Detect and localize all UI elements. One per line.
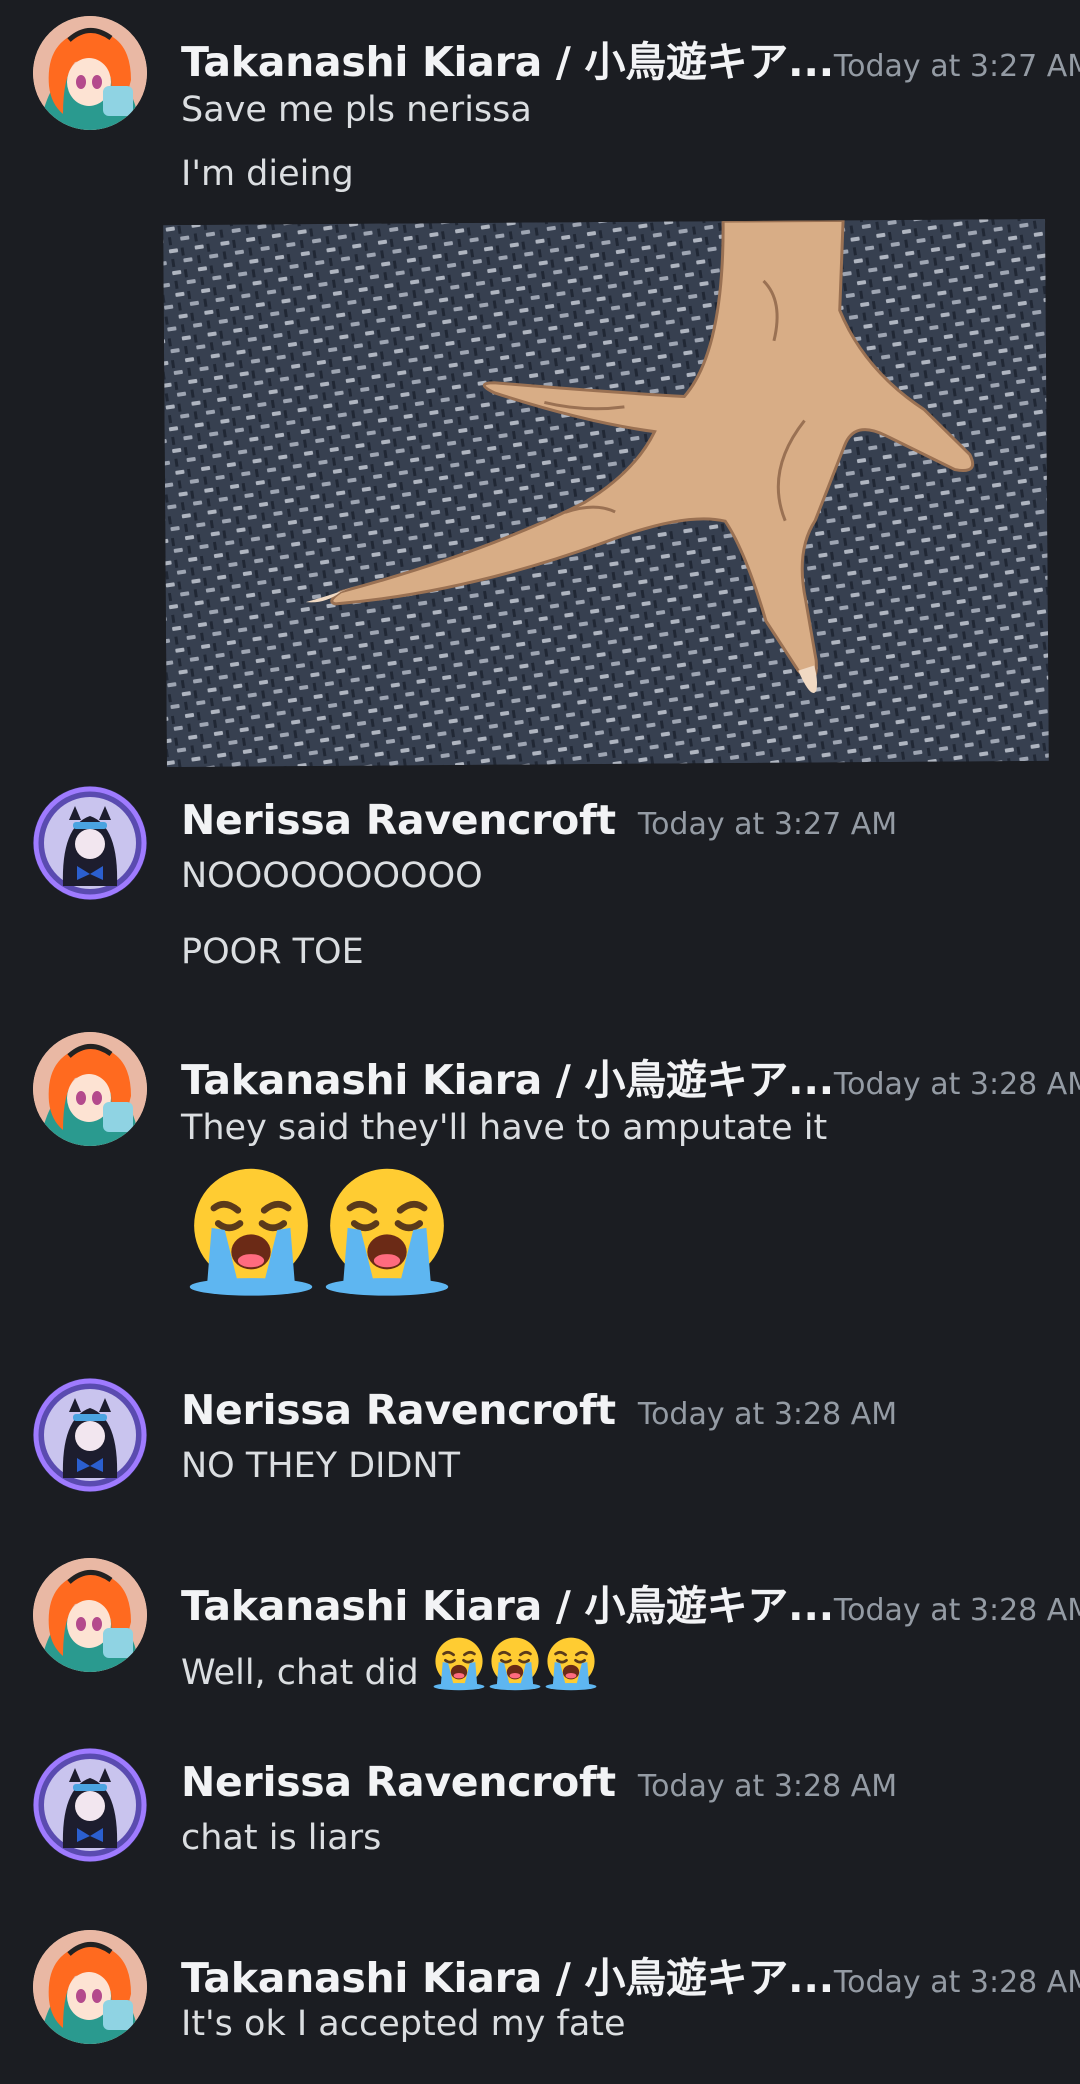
- timestamp: Today at 3:28 AM: [637, 1397, 898, 1432]
- message-header: Takanashi Kiara / 小鳥遊キア... Today at 3:28…: [181, 1944, 1080, 2004]
- message-header: Takanashi Kiara / 小鳥遊キア... Today at 3:27…: [181, 28, 1080, 88]
- timestamp: Today at 3:28 AM: [833, 1067, 1080, 1102]
- message-text: They said they'll have to amputate it: [181, 1108, 828, 1148]
- message-header: Takanashi Kiara / 小鳥遊キア... Today at 3:28…: [181, 1046, 1080, 1106]
- timestamp: Today at 3:27 AM: [637, 807, 898, 842]
- kiara-avatar[interactable]: [33, 16, 147, 130]
- chicken-foot-photo: [163, 218, 1049, 768]
- loudly-crying-face-icon[interactable]: [430, 1634, 488, 1692]
- message-text: chat is liars: [181, 1818, 382, 1858]
- message-text: I'm dieing: [181, 154, 354, 194]
- message-text: NOOOOOOOOOO: [181, 856, 483, 896]
- image-attachment[interactable]: [163, 218, 1049, 768]
- jumbo-emoji-row: [181, 1160, 453, 1309]
- message-header: Nerissa Ravencroft Today at 3:28 AM: [181, 1386, 897, 1434]
- username[interactable]: Takanashi Kiara / 小鳥遊キア...: [181, 1046, 834, 1106]
- inline-emoji-group: [430, 1634, 598, 1701]
- timestamp: Today at 3:27 AM: [833, 49, 1080, 84]
- username[interactable]: Takanashi Kiara / 小鳥遊キア...: [181, 1944, 834, 2004]
- message-header: Nerissa Ravencroft Today at 3:28 AM: [181, 1758, 897, 1806]
- message-text: NO THEY DIDNT: [181, 1446, 460, 1486]
- loudly-crying-face-icon[interactable]: [181, 1160, 321, 1300]
- message-text: Save me pls nerissa: [181, 90, 532, 130]
- nerissa-avatar[interactable]: [33, 786, 147, 900]
- loudly-crying-face-icon[interactable]: [486, 1634, 544, 1692]
- kiara-avatar[interactable]: [33, 1032, 147, 1146]
- username[interactable]: Nerissa Ravencroft: [181, 1758, 616, 1806]
- message-header: Nerissa Ravencroft Today at 3:27 AM: [181, 796, 897, 844]
- nerissa-avatar[interactable]: [33, 1748, 147, 1862]
- username[interactable]: Takanashi Kiara / 小鳥遊キア...: [181, 28, 834, 88]
- kiara-avatar[interactable]: [33, 1930, 147, 2044]
- message-text: Well, chat did: [181, 1653, 419, 1693]
- username[interactable]: Takanashi Kiara / 小鳥遊キア...: [181, 1572, 834, 1632]
- loudly-crying-face-icon[interactable]: [542, 1634, 600, 1692]
- kiara-avatar[interactable]: [33, 1558, 147, 1672]
- username[interactable]: Nerissa Ravencroft: [181, 796, 616, 844]
- message-text: POOR TOE: [181, 932, 364, 972]
- timestamp: Today at 3:28 AM: [833, 1593, 1080, 1628]
- message-text: It's ok I accepted my fate: [181, 2004, 626, 2044]
- timestamp: Today at 3:28 AM: [833, 1965, 1080, 2000]
- loudly-crying-face-icon[interactable]: [317, 1160, 457, 1300]
- nerissa-avatar[interactable]: [33, 1378, 147, 1492]
- username[interactable]: Nerissa Ravencroft: [181, 1386, 616, 1434]
- message-header: Takanashi Kiara / 小鳥遊キア... Today at 3:28…: [181, 1572, 1080, 1632]
- timestamp: Today at 3:28 AM: [637, 1769, 898, 1804]
- message-text-row: Well, chat did: [181, 1634, 598, 1701]
